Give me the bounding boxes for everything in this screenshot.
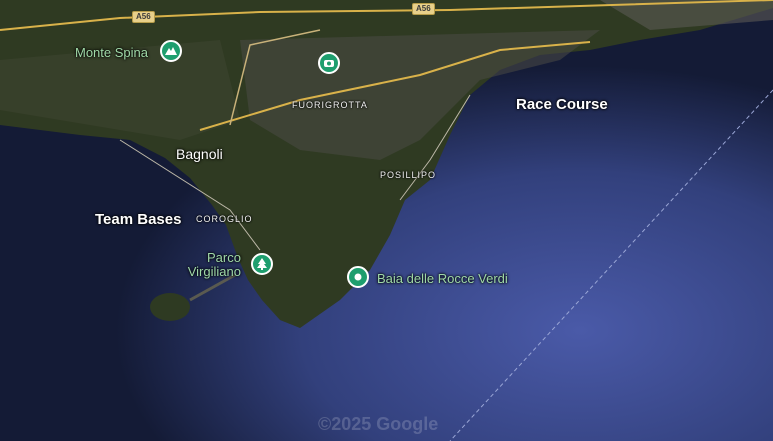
map-watermark: ©2025 Google [318, 414, 439, 434]
baia-label[interactable]: Baia delle Rocce Verdi [377, 272, 508, 286]
monte-spina-label[interactable]: Monte Spina [75, 46, 148, 60]
parco-virgiliano-line1: Parco [207, 250, 241, 265]
monte-spina-pin[interactable] [160, 40, 182, 62]
a56-road-shield: A56 [412, 3, 435, 15]
coroglio-label: COROGLIO [196, 214, 253, 224]
a56-road-shield: A56 [132, 11, 155, 23]
fuorigrotta-label: FUORIGROTTA [292, 100, 368, 110]
race-course-label: Race Course [516, 96, 608, 113]
parco-virgiliano-pin[interactable] [251, 253, 273, 275]
satellite-map[interactable]: A56 A56 Race Course Team Bases Bagnoli F… [0, 0, 773, 441]
stadium-pin[interactable] [318, 52, 340, 74]
bagnoli-label: Bagnoli [176, 146, 223, 162]
posillipo-label: POSILLIPO [380, 170, 437, 180]
parco-virgiliano-label[interactable]: Parco Virgiliano [188, 250, 241, 279]
baia-pin[interactable] [347, 266, 369, 288]
team-bases-label: Team Bases [95, 211, 182, 228]
place-pin-icon [347, 266, 369, 288]
tree-icon [251, 253, 273, 275]
parco-virgiliano-line2: Virgiliano [187, 264, 241, 279]
mountain-icon [160, 40, 182, 62]
stadium-icon [318, 52, 340, 74]
